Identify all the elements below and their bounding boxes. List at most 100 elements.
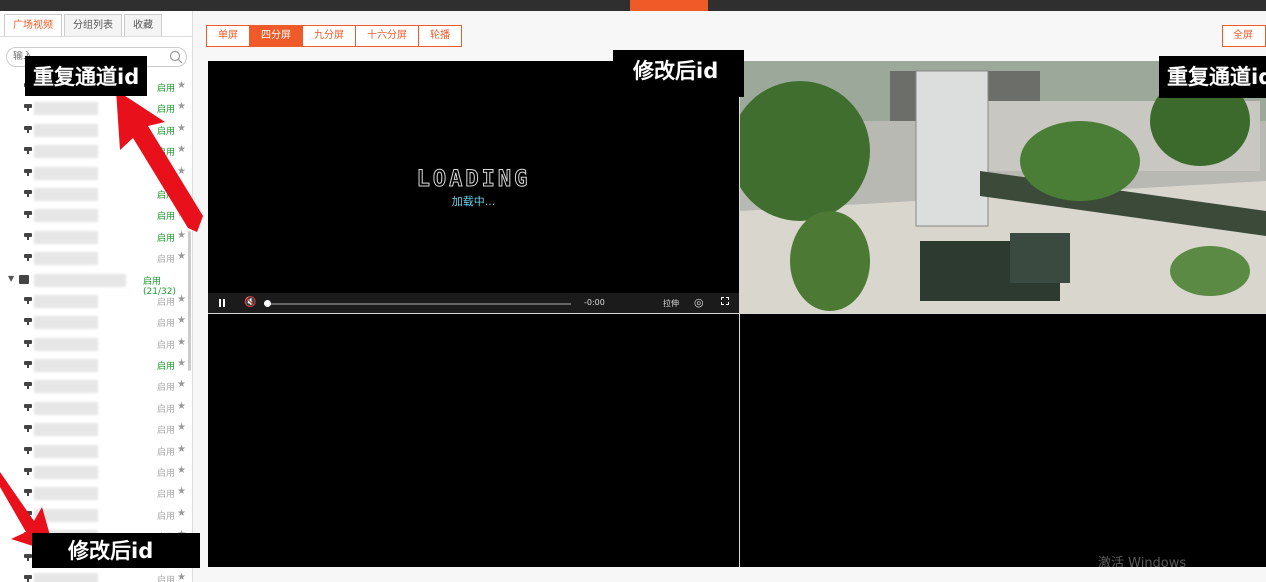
favorite-star-icon[interactable]: ★ [177, 486, 186, 497]
channel-name [34, 187, 98, 201]
channel-row[interactable]: 启用★ [0, 98, 192, 119]
player-controls: 🔇 -0:00 拉伸 ◎ [208, 293, 739, 313]
group-row[interactable]: ▼ 启用 (21/32) [0, 270, 192, 297]
channel-row[interactable]: 启用★ [0, 227, 192, 248]
mute-icon[interactable]: 🔇 [244, 297, 256, 308]
channel-row[interactable]: 启用★ [0, 120, 192, 141]
camera-icon [24, 489, 32, 497]
channel-row[interactable]: 启用★ [0, 376, 192, 397]
channel-row[interactable]: 启用★ [0, 334, 192, 355]
favorite-star-icon[interactable]: ★ [177, 465, 186, 476]
channel-status: 启用 [157, 319, 176, 330]
group-icon [19, 274, 29, 284]
channel-status: 启用 [157, 255, 176, 266]
favorite-star-icon[interactable]: ★ [177, 315, 186, 326]
channel-row[interactable]: 启用★ [0, 483, 192, 504]
favorite-star-icon[interactable]: ★ [177, 358, 186, 369]
snapshot-icon[interactable]: ◎ [694, 296, 704, 309]
camera-icon [24, 361, 32, 369]
favorite-star-icon[interactable]: ★ [177, 337, 186, 348]
channel-status: 启用 [157, 511, 176, 522]
channel-row[interactable]: 启用★ [0, 205, 192, 226]
channel-name [34, 380, 98, 394]
video-pane-4[interactable] [740, 314, 1266, 567]
fullscreen-button[interactable]: 全屏 [1222, 25, 1266, 47]
active-nav-indicator[interactable] [630, 0, 708, 11]
favorite-star-icon[interactable]: ★ [177, 101, 186, 112]
single-screen-button[interactable]: 单屏 [206, 25, 250, 47]
favorite-star-icon[interactable]: ★ [177, 208, 186, 219]
channel-name [34, 359, 98, 373]
channel-row[interactable]: 启用★ [0, 505, 192, 526]
search-icon[interactable] [169, 50, 183, 64]
annotation-modified-id-center: 修改后id [613, 50, 744, 97]
channel-row[interactable]: 启用★ [0, 355, 192, 376]
favorite-star-icon[interactable]: ★ [177, 166, 186, 177]
favorite-star-icon[interactable]: ★ [177, 187, 186, 198]
channel-row[interactable]: 启用★ [0, 184, 192, 205]
channel-row[interactable]: 启用★ [0, 441, 192, 462]
split-button-group: 单屏 四分屏 九分屏 十六分屏 轮播 [206, 25, 462, 47]
tab-square-video[interactable]: 广场视频 [4, 14, 62, 36]
video-pane-1[interactable]: LOADING 加载中... 🔇 -0:00 拉伸 ◎ [208, 61, 739, 313]
channel-row[interactable]: 启用★ [0, 462, 192, 483]
stretch-button[interactable]: 拉伸 [663, 298, 679, 309]
channel-status: 启用 [157, 105, 176, 116]
annotation-duplicate-channel-left: 重复通道id [25, 56, 148, 96]
channel-name [34, 466, 98, 480]
channel-name [34, 444, 98, 458]
channel-row[interactable]: 启用★ [0, 248, 192, 269]
favorite-star-icon[interactable]: ★ [177, 401, 186, 412]
favorite-star-icon[interactable]: ★ [177, 508, 186, 519]
time-display: -0:00 [584, 298, 605, 307]
tab-favorites[interactable]: 收藏 [124, 14, 162, 36]
nine-screen-button[interactable]: 九分屏 [302, 25, 356, 47]
channel-row[interactable]: 启用★ [0, 312, 192, 333]
channel-row[interactable]: 启用★ [0, 141, 192, 162]
channel-row[interactable]: 启用★ [0, 291, 192, 312]
favorite-star-icon[interactable]: ★ [177, 80, 186, 91]
expand-caret-icon[interactable]: ▼ [8, 274, 14, 283]
favorite-star-icon[interactable]: ★ [177, 444, 186, 455]
favorite-star-icon[interactable]: ★ [177, 572, 186, 582]
favorite-star-icon[interactable]: ★ [177, 422, 186, 433]
channel-row[interactable]: 启用★ [0, 163, 192, 184]
carousel-button[interactable]: 轮播 [418, 25, 462, 47]
favorite-star-icon[interactable]: ★ [177, 251, 186, 262]
camera-icon [24, 403, 32, 411]
camera-icon [24, 510, 32, 518]
camera-icon [24, 211, 32, 219]
camera-icon [24, 574, 32, 582]
channel-row[interactable]: 启用★ [0, 398, 192, 419]
sixteen-screen-button[interactable]: 十六分屏 [355, 25, 419, 47]
grid-divider-horizontal [208, 313, 1266, 314]
camera-icon [24, 318, 32, 326]
channel-tree: 启用 ★ 启用 ★ 启用 ★ 启用 ★ 启用 ★ 启用 ★ 启用 ★ 启用 ★ 启用 ★ ▼ 启用 … [0, 77, 192, 582]
channel-name [34, 145, 98, 159]
four-screen-button[interactable]: 四分屏 [249, 25, 303, 47]
channel-row[interactable]: 启用★ [0, 569, 192, 582]
favorite-star-icon[interactable]: ★ [177, 230, 186, 241]
camera-feed-image [740, 61, 1266, 313]
channel-status: 启用 [157, 575, 176, 582]
video-pane-3[interactable] [208, 314, 739, 567]
video-pane-2[interactable] [740, 61, 1266, 313]
favorite-star-icon[interactable]: ★ [177, 379, 186, 390]
favorite-star-icon[interactable]: ★ [177, 144, 186, 155]
camera-icon [24, 532, 32, 540]
favorite-star-icon[interactable]: ★ [177, 294, 186, 305]
channel-name [34, 230, 98, 244]
progress-knob[interactable] [264, 300, 271, 307]
camera-icon [24, 168, 32, 176]
pause-icon[interactable] [219, 299, 225, 307]
fullscreen-icon[interactable] [721, 297, 729, 305]
channel-row[interactable]: 启用★ [0, 419, 192, 440]
tab-group-list[interactable]: 分组列表 [64, 14, 122, 36]
loading-title: LOADING [416, 167, 531, 193]
favorite-star-icon[interactable]: ★ [177, 123, 186, 134]
tree-scrollbar[interactable] [188, 231, 191, 371]
left-panel: 广场视频 分组列表 收藏 启用★ 启用★ 启用★ 启用★ 启用★ 启用★ 启用★… [0, 11, 193, 582]
progress-bar[interactable] [266, 303, 571, 305]
top-bar [0, 0, 1266, 11]
channel-status: 启用 [157, 212, 176, 223]
